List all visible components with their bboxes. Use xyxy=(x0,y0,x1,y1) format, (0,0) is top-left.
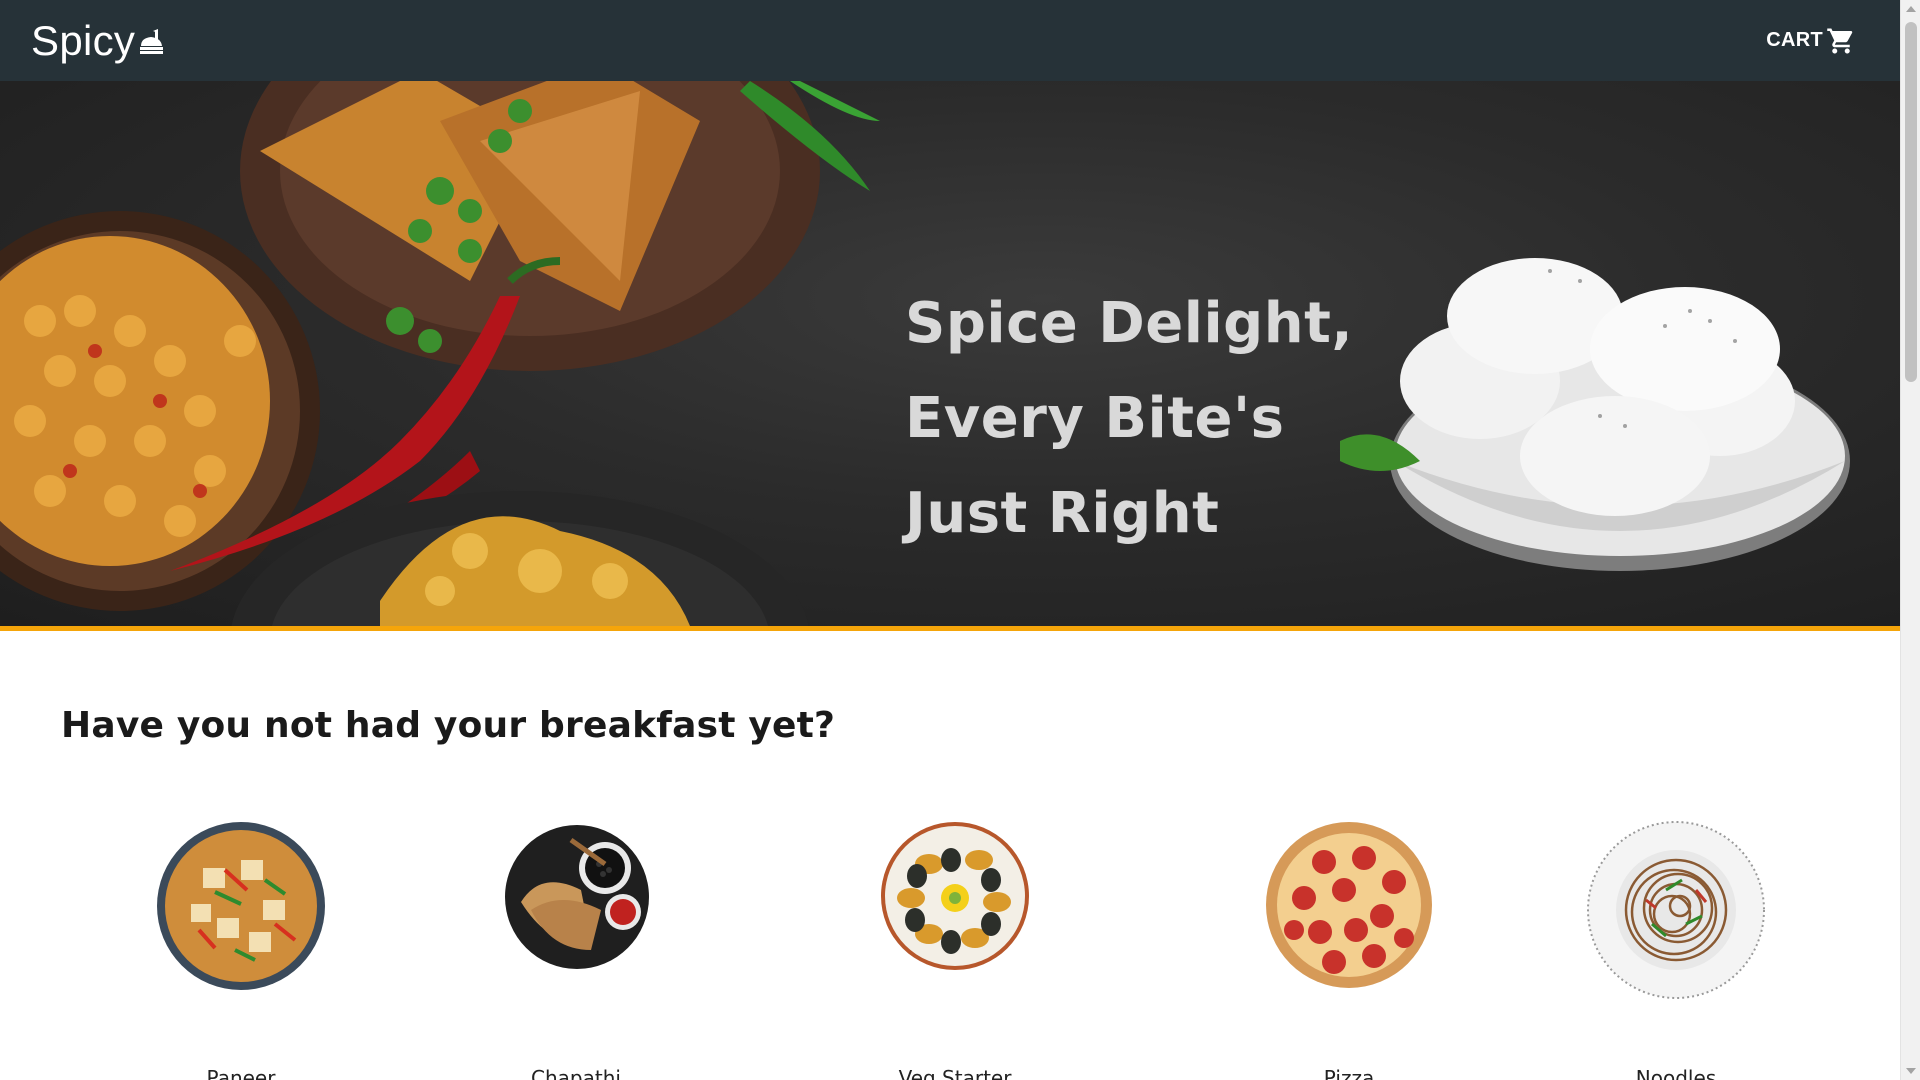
dish-item-noodles[interactable]: Noodles xyxy=(1576,820,1776,1080)
starter-plate-icon xyxy=(881,822,1029,970)
chef-hat-icon xyxy=(140,28,164,54)
dish-label: Noodles xyxy=(1635,1066,1717,1080)
paneer-curry-bowl-icon xyxy=(157,822,325,990)
dish-label: Chapathi xyxy=(531,1066,621,1080)
cart-label: CART xyxy=(1766,29,1823,51)
shopping-cart-icon xyxy=(1827,28,1853,53)
scroll-down-arrow-icon[interactable] xyxy=(1906,1068,1916,1074)
dish-label: Pizza xyxy=(1323,1066,1375,1080)
dish-label: Paneer xyxy=(206,1066,276,1080)
top-navbar: Spicy CART xyxy=(0,0,1900,81)
dish-item-veg-starter[interactable]: Veg Starter xyxy=(855,820,1055,1080)
breakfast-section-heading: Have you not had your breakfast yet? xyxy=(61,705,836,746)
scroll-up-arrow-icon[interactable] xyxy=(1906,6,1916,12)
dish-item-chapathi[interactable]: Chapathi xyxy=(476,820,676,1080)
page-scrollbar[interactable] xyxy=(1900,0,1920,1080)
hero-banner: Spice Delight, Every Bite's Just Right xyxy=(0,81,1900,626)
cart-button[interactable]: CART xyxy=(1766,26,1856,56)
hero-accent-border xyxy=(0,626,1900,631)
hero-headline: Spice Delight, Every Bite's Just Right xyxy=(905,276,1385,561)
dish-label: Veg Starter xyxy=(898,1066,1012,1080)
pizza-icon xyxy=(1266,822,1432,988)
scroll-thumb[interactable] xyxy=(1905,22,1917,382)
hero-headline-line-1: Spice Delight, xyxy=(905,291,1354,356)
dish-item-paneer[interactable]: Paneer xyxy=(141,820,341,1080)
brand-name: Spicy xyxy=(31,16,136,64)
dish-category-row: Paneer Chapathi Veg Starter Pizza Noodle… xyxy=(0,820,1900,1080)
chapathi-plate-icon xyxy=(505,825,649,969)
hero-headline-line-3: Just Right xyxy=(905,481,1220,546)
hero-headline-line-2: Every Bite's xyxy=(905,386,1285,451)
dish-item-pizza[interactable]: Pizza xyxy=(1249,820,1449,1080)
noodles-plate-icon xyxy=(1587,821,1765,999)
brand-logo-link[interactable]: Spicy xyxy=(31,16,167,64)
